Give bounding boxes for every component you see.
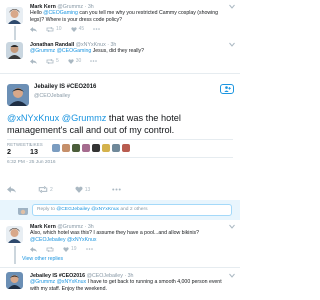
reply-input[interactable]: Reply to @CEGJebailey @xNYxKnux and 2 ot…: [32, 204, 232, 216]
reply-icon: [30, 58, 37, 64]
avatar[interactable]: [6, 7, 23, 24]
tweet-mark-kern-1[interactable]: Mark Kern @Grummz · 3h Hello @CEOGaming …: [0, 0, 240, 36]
tweet-text: @Grummz @CEOGaming Jesus, did they reall…: [30, 48, 230, 55]
text-part: Jesus, did they really?: [91, 48, 145, 54]
divider: [7, 139, 233, 140]
retweet-button[interactable]: [46, 246, 54, 252]
chevron-down-icon[interactable]: [229, 4, 235, 9]
avatar[interactable]: [62, 144, 70, 152]
text-part: Also, which hotel was this? I assume the…: [30, 230, 199, 236]
mention-link[interactable]: @Grummz: [30, 48, 57, 54]
mention-link[interactable]: @CEOJebailey @xNYxKnux: [30, 237, 96, 243]
mention-link: @CEGJebailey: [56, 207, 90, 212]
like-button[interactable]: 30: [68, 58, 82, 64]
follow-icon: [223, 86, 231, 92]
reply-button[interactable]: [30, 58, 37, 64]
reply-box-area: Reply to @CEGJebailey @xNYxKnux and 2 ot…: [0, 200, 240, 220]
likes-value: 13: [30, 147, 38, 156]
avatar[interactable]: [6, 226, 23, 243]
tweet-text: Hello @CEOGaming can you tell me why you…: [30, 10, 230, 23]
like-count: 45: [78, 26, 85, 32]
retweets-value: 2: [7, 147, 11, 156]
reply-icon: [30, 26, 37, 32]
focused-tweet: Jebailey IS #CEO2016 @CEOJebailey @xNYxK…: [0, 74, 240, 200]
retweet-icon: [46, 26, 54, 32]
retweet-button[interactable]: 10: [46, 26, 62, 32]
like-count: 19: [71, 246, 77, 252]
tweet-text: Also, which hotel was this? I assume the…: [30, 230, 230, 243]
retweet-button[interactable]: 5: [46, 58, 59, 64]
avatar[interactable]: [6, 42, 23, 59]
text-part: Hello: [30, 10, 44, 16]
more-button[interactable]: [112, 188, 122, 191]
reply-icon: [7, 186, 16, 193]
reply-button[interactable]: [30, 246, 37, 252]
more-button[interactable]: [90, 60, 98, 62]
handle[interactable]: @CEOJebailey: [34, 93, 70, 99]
heart-icon: [75, 186, 83, 193]
mention-link[interactable]: @xNYxKnux: [57, 279, 86, 285]
avatar[interactable]: [102, 144, 110, 152]
retweet-button[interactable]: 2: [38, 186, 53, 193]
liker-avatars[interactable]: [52, 144, 130, 152]
more-button[interactable]: [93, 28, 100, 30]
mention-link[interactable]: @CEOGaming: [57, 48, 92, 54]
retweet-icon: [46, 58, 54, 64]
avatar[interactable]: [18, 205, 28, 215]
like-button[interactable]: 13: [75, 186, 91, 193]
avatar[interactable]: [92, 144, 100, 152]
mention-link[interactable]: @xNYxKnux @Grummz: [7, 113, 106, 123]
avatar[interactable]: [112, 144, 120, 152]
mention-link: @xNYxKnux: [91, 207, 119, 212]
like-button[interactable]: 19: [63, 246, 77, 252]
chevron-down-icon[interactable]: [229, 42, 235, 47]
avatar[interactable]: [52, 144, 60, 152]
avatar[interactable]: [122, 144, 130, 152]
tweet-text: @Grummz @xNYxKnux I have to get back to …: [30, 279, 230, 292]
mention-link[interactable]: @Grummz: [30, 279, 55, 285]
avatar[interactable]: [7, 84, 29, 106]
retweet-count: 10: [56, 26, 62, 32]
heart-icon: [68, 58, 74, 64]
view-other-replies-link[interactable]: View other replies: [22, 256, 63, 262]
heart-icon: [70, 26, 77, 32]
tweet-jonathan-randall[interactable]: Jonathan Randall @xNYxKnux · 3h @Grummz …: [0, 38, 240, 74]
retweet-icon: [46, 246, 54, 252]
likes-stat[interactable]: LIKES 13: [30, 142, 43, 156]
avatar[interactable]: [6, 272, 23, 289]
retweet-icon: [38, 186, 48, 193]
thread-line: [13, 246, 16, 264]
tweet-text: @xNYxKnux @Grummz that was the hotel man…: [7, 112, 235, 136]
tweet-mark-kern-reply[interactable]: Mark Kern @Grummz · 3h Also, which hotel…: [0, 221, 240, 269]
more-icon: [85, 248, 93, 250]
more-icon: [112, 188, 122, 191]
heart-icon: [63, 246, 69, 252]
like-count: 30: [75, 58, 82, 64]
display-name[interactable]: Jebailey IS #CEO2016: [34, 84, 96, 90]
avatar[interactable]: [72, 144, 80, 152]
avatar[interactable]: [82, 144, 90, 152]
full-timestamp[interactable]: 6:32 PM - 25 Jun 2016: [7, 160, 56, 165]
follow-button[interactable]: [220, 84, 234, 94]
retweets-stat[interactable]: RETWEETS 2: [7, 142, 32, 156]
reply-button[interactable]: [7, 186, 16, 193]
retweet-count: 2: [50, 186, 53, 193]
chevron-down-icon[interactable]: [229, 224, 235, 229]
reply-icon: [30, 246, 37, 252]
mention-link[interactable]: @CEOGaming: [43, 10, 78, 16]
reply-suffix: and 2 others: [118, 207, 148, 212]
reply-button[interactable]: [30, 26, 37, 32]
like-count: 13: [84, 186, 91, 193]
more-icon: [90, 60, 98, 62]
more-button[interactable]: [85, 248, 93, 250]
more-icon: [93, 28, 100, 30]
like-button[interactable]: 45: [70, 26, 85, 32]
divider: [7, 157, 233, 158]
chevron-down-icon[interactable]: [229, 273, 235, 278]
reply-prefix: Reply to: [37, 207, 57, 212]
tweet-jebailey-reply[interactable]: Jebailey IS #CEO2016 @CEOJebailey · 3h @…: [0, 268, 240, 300]
retweet-count: 5: [56, 58, 59, 64]
